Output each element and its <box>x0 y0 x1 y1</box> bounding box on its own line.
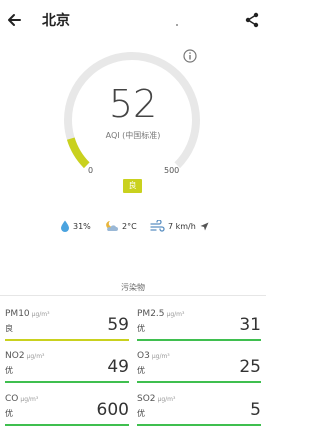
wind-icon <box>150 220 165 232</box>
pollutant-name: NO2 µg/m³ <box>5 351 45 361</box>
pollutant-level-bar <box>137 339 261 341</box>
info-icon[interactable] <box>183 49 197 63</box>
dot-mark <box>176 24 178 26</box>
pollutant-name: PM10 µg/m³ <box>5 309 50 319</box>
wind-info: 7 km/h <box>150 218 212 234</box>
pollutant-value: 5 <box>250 400 261 420</box>
pollutant-level-bar <box>5 424 129 426</box>
pollutant-level: 优 <box>137 324 145 333</box>
pollutant-card-so2[interactable]: SO2 µg/m³ 优 5 <box>137 390 261 426</box>
pollutant-level-bar <box>5 381 129 383</box>
pollutant-level: 良 <box>5 324 13 333</box>
pollutants-divider <box>0 295 266 296</box>
pollutant-value: 59 <box>107 315 129 335</box>
aqi-value: 52 <box>108 82 158 126</box>
pollutant-value: 600 <box>96 400 129 420</box>
pollutant-name: O3 µg/m³ <box>137 351 170 361</box>
pollutant-card-pm25[interactable]: PM2.5 µg/m³ 优 31 <box>137 305 261 341</box>
city-title: 北京 <box>42 13 70 29</box>
pollutant-value: 31 <box>239 315 261 335</box>
aqi-gauge-fill <box>66 137 90 169</box>
pollutant-value: 49 <box>107 357 129 377</box>
pollutant-level: 优 <box>137 366 145 375</box>
pollutant-value: 25 <box>239 357 261 377</box>
pollutant-name: CO µg/m³ <box>5 394 39 404</box>
pollutant-card-pm10[interactable]: PM10 µg/m³ 良 59 <box>5 305 129 341</box>
pollutant-level: 优 <box>5 366 13 375</box>
moon-cloud-icon <box>106 221 118 231</box>
wind-value: 7 km/h <box>168 221 196 231</box>
pollutant-card-co[interactable]: CO µg/m³ 优 600 <box>5 390 129 426</box>
pollutant-level-bar <box>137 381 261 383</box>
humidity-info: 31% <box>60 218 91 234</box>
wind-direction-icon <box>200 222 209 230</box>
aqi-level-badge: 良 <box>123 179 142 193</box>
water-drop-icon <box>61 220 69 232</box>
pollutant-level: 优 <box>5 409 13 418</box>
aqi-standard-label: AQI (中国标准) <box>105 131 161 140</box>
aqi-min-label: 0 <box>88 166 94 175</box>
temperature-info: 2°C <box>104 218 137 234</box>
pollutant-name: PM2.5 µg/m³ <box>137 309 185 319</box>
pollutant-level-bar <box>5 339 129 341</box>
temperature-value: 2°C <box>122 221 137 231</box>
top-bar: 北京 <box>0 0 266 44</box>
pollutant-name: SO2 µg/m³ <box>137 394 176 404</box>
pollutant-card-o3[interactable]: O3 µg/m³ 优 25 <box>137 347 261 383</box>
pollutant-level: 优 <box>137 409 145 418</box>
pollutants-title: 污染物 <box>121 283 145 292</box>
pollutant-level-bar <box>137 424 261 426</box>
share-icon[interactable] <box>244 12 260 28</box>
pollutant-card-no2[interactable]: NO2 µg/m³ 优 49 <box>5 347 129 383</box>
humidity-value: 31% <box>73 221 91 231</box>
aqi-max-label: 500 <box>164 166 180 175</box>
back-arrow-icon[interactable] <box>6 12 22 28</box>
